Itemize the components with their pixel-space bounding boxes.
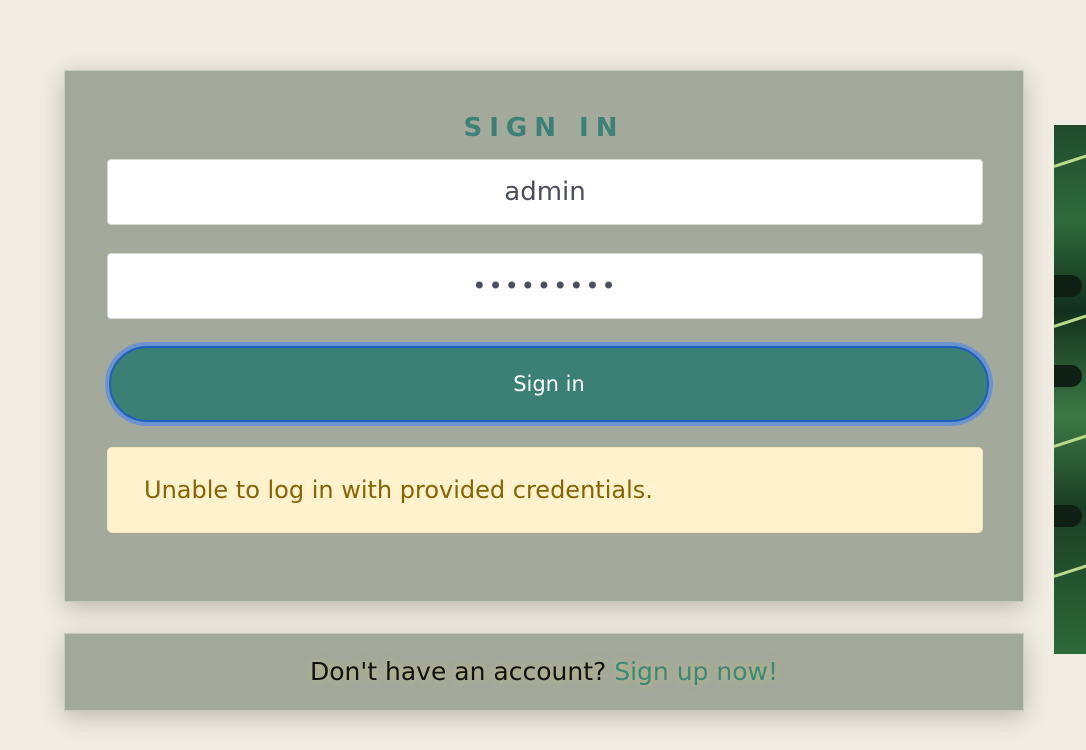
signup-prompt: Don't have an account? (310, 657, 607, 686)
monstera-leaf-image (1054, 125, 1086, 654)
sign-in-card: SIGN IN Sign in Unable to log in with pr… (64, 70, 1024, 602)
signup-link[interactable]: Sign up now! (614, 657, 778, 686)
sign-in-title: SIGN IN (463, 113, 625, 143)
error-alert: Unable to log in with provided credentia… (107, 447, 983, 533)
password-input[interactable] (107, 253, 983, 319)
username-input[interactable] (107, 159, 983, 225)
signup-card: Don't have an account? Sign up now! (64, 633, 1024, 711)
sign-in-button[interactable]: Sign in (109, 346, 989, 422)
error-message: Unable to log in with provided credentia… (144, 476, 653, 504)
